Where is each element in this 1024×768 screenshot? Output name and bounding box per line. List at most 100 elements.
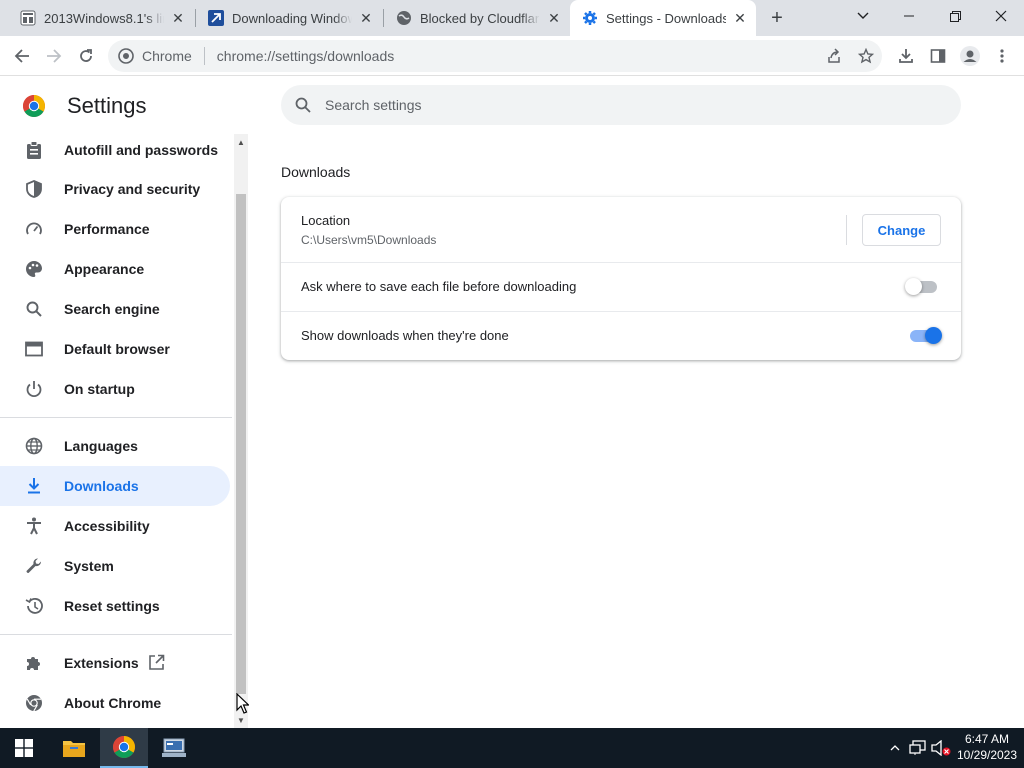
- sidebar-item-autofill[interactable]: Autofill and passwords: [0, 130, 230, 170]
- sidebar-item-extensions[interactable]: Extensions: [0, 643, 230, 683]
- tab-cloudflare[interactable]: Blocked by Cloudflare ✕: [384, 0, 570, 36]
- sidebar-item-accessibility[interactable]: Accessibility: [0, 506, 230, 546]
- scroll-thumb[interactable]: [236, 194, 246, 694]
- profile-button[interactable]: [955, 41, 985, 71]
- taskbar-chrome[interactable]: [100, 728, 148, 768]
- forward-arrow-icon: [47, 49, 62, 63]
- sidebar-item-performance[interactable]: Performance: [0, 209, 230, 249]
- sidebar-item-label: Autofill and passwords: [64, 142, 219, 158]
- show-downloads-toggle[interactable]: [908, 327, 942, 344]
- share-icon[interactable]: [824, 46, 844, 66]
- page-title: Settings: [67, 93, 147, 118]
- address-bar[interactable]: Chrome chrome://settings/downloads: [108, 40, 882, 72]
- download-icon: [899, 49, 913, 63]
- tab-title: 2013Windows8.1's link: [44, 10, 164, 26]
- sidebar-item-label: Search engine: [64, 301, 160, 317]
- chrome-icon: [113, 736, 135, 758]
- sidebar-item-about[interactable]: About Chrome: [0, 683, 230, 723]
- downloads-toolbar-button[interactable]: [891, 41, 921, 71]
- site-chip: Chrome: [142, 48, 192, 64]
- new-tab-button[interactable]: +: [764, 6, 790, 30]
- sidebar-divider: [0, 417, 232, 418]
- reload-button[interactable]: [71, 41, 101, 71]
- location-value: C:\Users\vm5\Downloads: [301, 233, 437, 247]
- sidebar-divider: [0, 634, 232, 635]
- menu-button[interactable]: [987, 41, 1017, 71]
- location-row: Location C:\Users\vm5\Downloads Change: [281, 197, 961, 262]
- ask-where-toggle[interactable]: [905, 278, 939, 295]
- tab-strip: 2013Windows8.1's link ✕ Downloading Wind…: [0, 0, 1024, 36]
- globe-icon: [396, 10, 412, 26]
- sidebar-item-label: On startup: [64, 381, 135, 397]
- chevron-up-icon: [890, 745, 900, 751]
- start-button[interactable]: [0, 728, 48, 768]
- restore-window-icon: [949, 10, 961, 22]
- side-panel-icon: [930, 49, 946, 63]
- taskbar-network-app[interactable]: [150, 728, 198, 768]
- tab-settings[interactable]: Settings - Downloads ✕: [570, 0, 756, 36]
- browser-window-icon: [24, 339, 44, 359]
- sidebar-item-search-engine[interactable]: Search engine: [0, 289, 230, 329]
- ask-where-row[interactable]: Ask where to save each file before downl…: [281, 263, 961, 311]
- windows-logo-icon: [15, 739, 33, 757]
- location-label: Location: [301, 213, 351, 228]
- sidebar-item-appearance[interactable]: Appearance: [0, 249, 230, 289]
- speedometer-icon: [24, 219, 44, 239]
- settings-sidebar: Autofill and passwords Privacy and secur…: [0, 130, 232, 728]
- url-text: chrome://settings/downloads: [216, 48, 395, 64]
- vertical-separator: [846, 215, 847, 245]
- sidebar-item-label: System: [64, 558, 114, 574]
- back-button[interactable]: [7, 41, 37, 71]
- sidebar-item-languages[interactable]: Languages: [0, 426, 230, 466]
- close-tab-icon[interactable]: ✕: [546, 10, 562, 26]
- restore-icon: [24, 596, 44, 616]
- download-icon: [24, 476, 44, 496]
- tab-title: Downloading Windows: [232, 10, 352, 26]
- shield-icon: [24, 179, 44, 199]
- close-window-button[interactable]: [978, 0, 1024, 32]
- clock-date: 10/29/2023: [956, 748, 1018, 762]
- scroll-up-arrow-icon[interactable]: ▲: [237, 138, 245, 147]
- show-downloads-row[interactable]: Show downloads when they're done: [281, 312, 961, 360]
- sidebar-item-default-browser[interactable]: Default browser: [0, 329, 230, 369]
- sidebar-item-label: Accessibility: [64, 518, 150, 534]
- tray-overflow-button[interactable]: [886, 728, 904, 768]
- scribd-icon: [20, 10, 36, 26]
- sidebar-item-on-startup[interactable]: On startup: [0, 369, 230, 409]
- external-link-icon: [148, 654, 165, 674]
- bookmark-star-icon[interactable]: [856, 46, 876, 66]
- network-computer-icon: [162, 738, 186, 757]
- sidebar-scrollbar[interactable]: ▲ ▼: [234, 134, 248, 728]
- sidebar-item-system[interactable]: System: [0, 546, 230, 586]
- tray-volume[interactable]: [930, 728, 952, 768]
- sidebar-item-downloads[interactable]: Downloads: [0, 466, 230, 506]
- search-input[interactable]: [325, 97, 925, 113]
- sidebar-item-reset[interactable]: Reset settings: [0, 586, 230, 626]
- sidebar-item-label: Appearance: [64, 261, 145, 277]
- tray-network[interactable]: [908, 728, 928, 768]
- clipboard-icon: [24, 140, 44, 160]
- minimize-icon: [904, 15, 914, 17]
- chrome-logo-icon: [22, 94, 46, 118]
- tab-scribd[interactable]: 2013Windows8.1's link ✕: [8, 0, 194, 36]
- chrome-icon: [24, 693, 44, 713]
- change-location-button[interactable]: Change: [862, 214, 941, 246]
- tab-downloading[interactable]: Downloading Windows ✕: [196, 0, 382, 36]
- restore-button[interactable]: [932, 0, 978, 32]
- close-tab-icon[interactable]: ✕: [732, 10, 748, 26]
- ask-where-label: Ask where to save each file before downl…: [301, 279, 577, 294]
- downloads-card: Location C:\Users\vm5\Downloads Change A…: [281, 197, 961, 360]
- folder-icon: [63, 741, 85, 757]
- tab-search-button[interactable]: [840, 0, 886, 32]
- forward-button[interactable]: [39, 41, 69, 71]
- side-panel-button[interactable]: [923, 41, 953, 71]
- sidebar-item-privacy[interactable]: Privacy and security: [0, 169, 230, 209]
- search-settings-box[interactable]: [281, 85, 961, 125]
- taskbar-file-explorer[interactable]: [50, 728, 98, 768]
- minimize-button[interactable]: [886, 0, 932, 32]
- taskbar-clock[interactable]: 6:47 AM 10/29/2023: [952, 731, 1022, 763]
- toggle-knob: [925, 327, 942, 344]
- close-tab-icon[interactable]: ✕: [358, 10, 374, 26]
- close-tab-icon[interactable]: ✕: [170, 10, 186, 26]
- sidebar-item-label: Extensions: [64, 655, 139, 671]
